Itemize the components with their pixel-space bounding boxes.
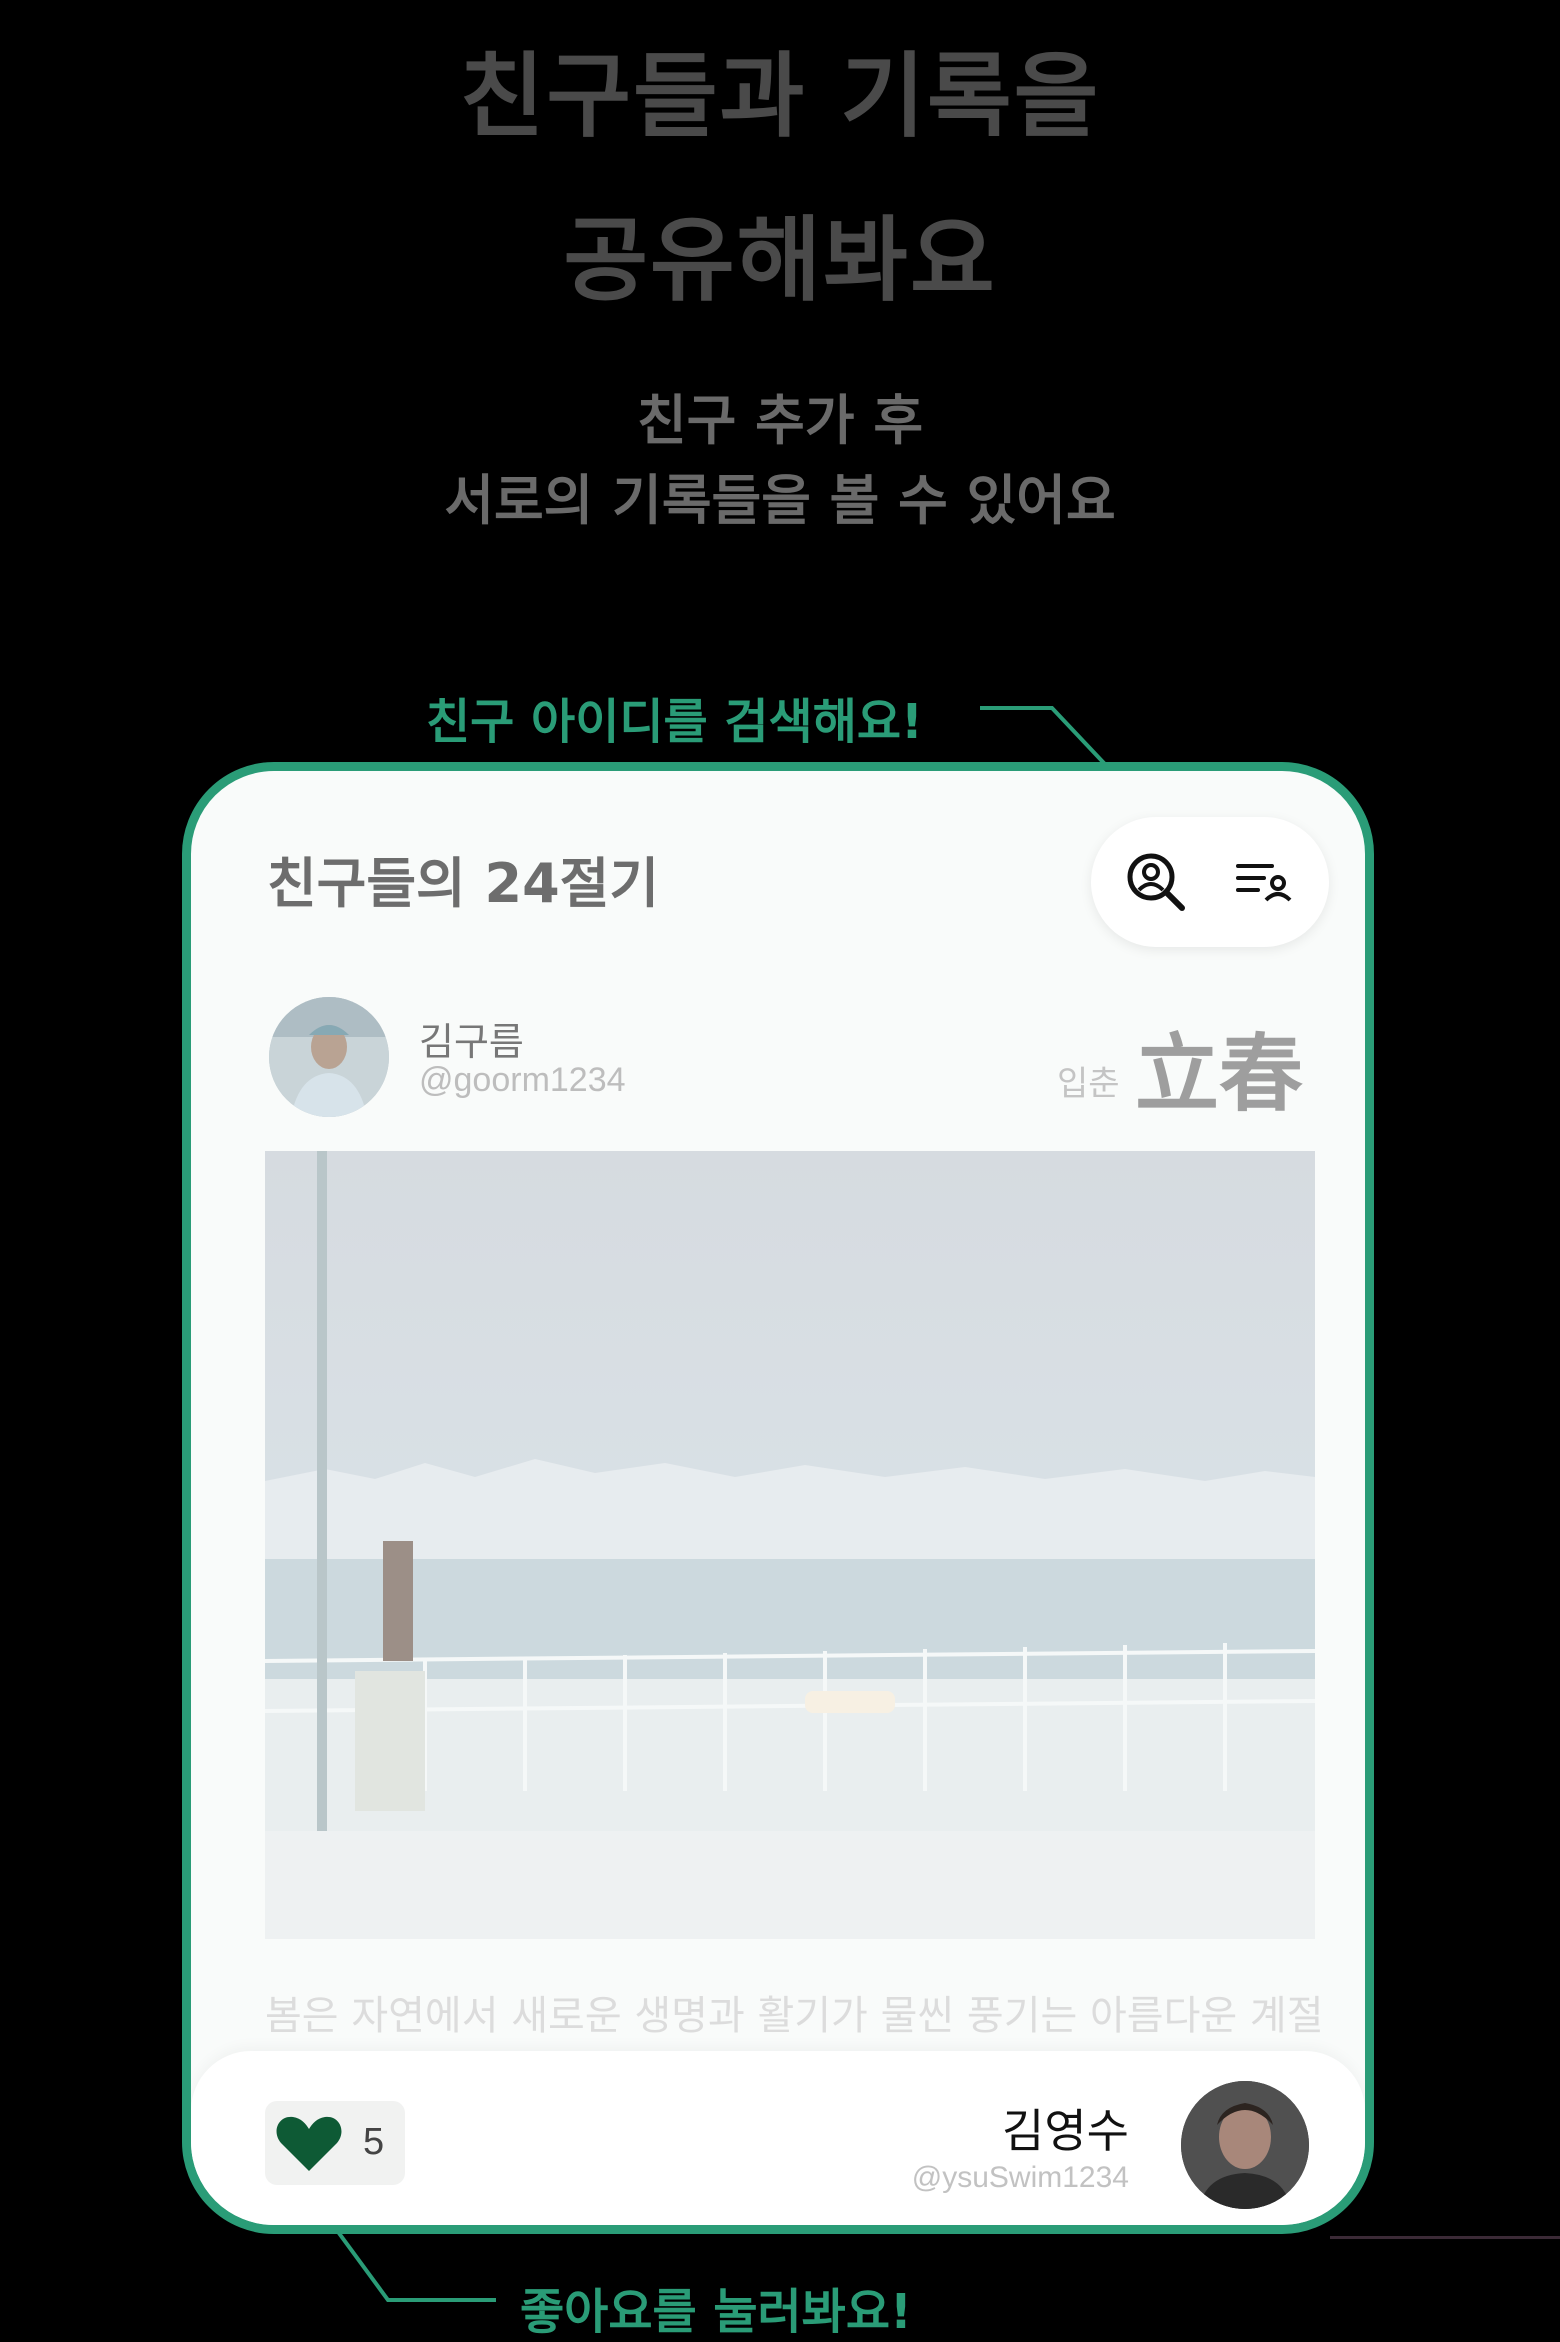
author-avatar-image [269,997,389,1117]
search-user-button[interactable] [1121,847,1191,917]
app-card: 친구들의 24절기 김구름 @goorm1234 입춘 立春 봄은 자연에서 새… [182,762,1374,2234]
heart-icon [276,2116,342,2171]
friend-avatar-image [1181,2081,1309,2209]
author-handle: @goorm1234 [419,1061,626,1099]
season-korean: 입춘 [1057,1064,1120,1104]
header-icon-group [1091,817,1329,947]
friend-name: 김영수 [1002,2104,1129,2158]
author-name: 김구름 [419,1020,524,1064]
post-photo-image [265,1151,1315,1939]
promo-title-line2: 공유해봐요 [563,207,997,314]
decorative-divider [1330,2236,1560,2239]
promo-subtitle-line1: 친구 추가 후 [637,389,923,452]
bottom-bar: 5 김영수 @ysuSwim1234 [191,2051,1365,2225]
friend-list-button[interactable] [1229,847,1299,917]
season-hanja: 立春 [1135,1024,1304,1123]
friend-avatar[interactable] [1181,2081,1309,2209]
promo-subtitle-line2: 서로의 기록들을 볼 수 있어요 [444,469,1116,532]
friend-list-icon [1236,864,1292,902]
promo-title-line1: 친구들과 기록을 [459,43,1101,150]
callout-search: 친구 아이디를 검색해요! [426,694,923,750]
like-button[interactable]: 5 [265,2101,405,2185]
callout-like: 좋아요를 눌러봐요! [520,2284,912,2340]
like-count: 5 [363,2121,385,2163]
author-avatar[interactable] [269,997,389,1117]
app-title: 친구들의 24절기 [267,852,660,915]
search-user-icon [1127,853,1185,911]
post-photo[interactable] [265,1151,1315,1939]
post-text: 봄은 자연에서 새로운 생명과 활기가 물씬 풍기는 아름다운 계절 [265,1993,1324,2039]
friend-handle: @ysuSwim1234 [911,2161,1129,2194]
